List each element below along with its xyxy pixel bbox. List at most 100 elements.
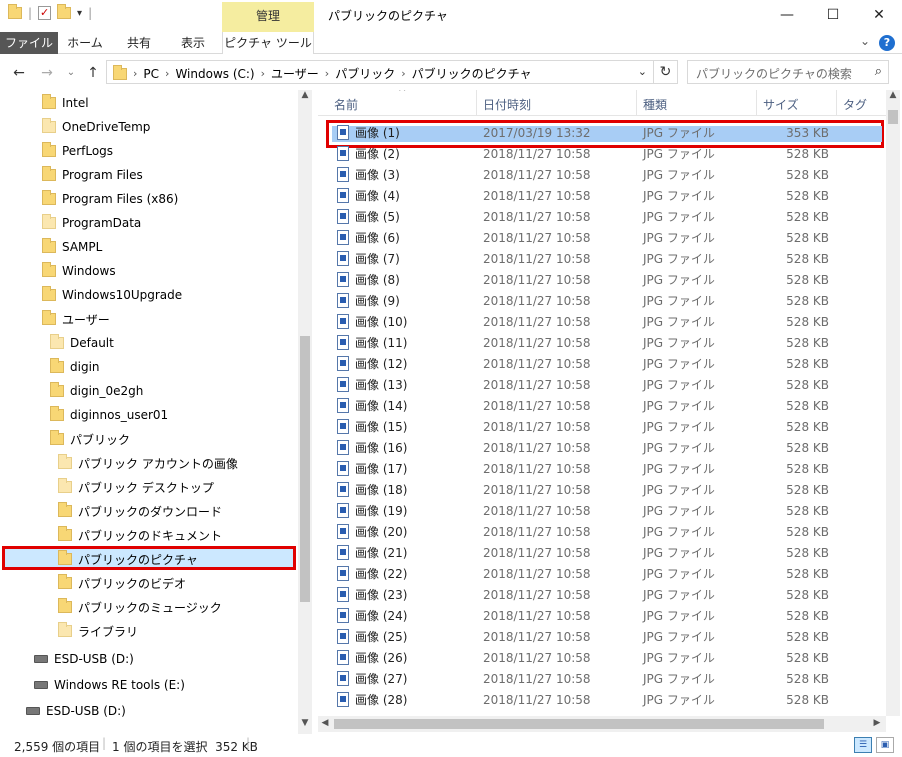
nav-tree-item[interactable]: ライブラリ — [58, 620, 138, 642]
breadcrumb-users[interactable]: ユーザー — [271, 65, 319, 82]
file-row[interactable]: 画像 (24) 2018/11/27 10:58 JPG ファイル 528 KB — [326, 605, 882, 626]
nav-tree-item[interactable]: パブリックのビデオ — [58, 572, 186, 594]
file-row[interactable]: 画像 (21) 2018/11/27 10:58 JPG ファイル 528 KB — [326, 542, 882, 563]
file-row[interactable]: 画像 (6) 2018/11/27 10:58 JPG ファイル 528 KB — [326, 227, 882, 248]
file-row[interactable]: 画像 (7) 2018/11/27 10:58 JPG ファイル 528 KB — [326, 248, 882, 269]
properties-check-icon[interactable]: ✓ — [38, 6, 52, 20]
nav-tree-item[interactable]: Intel — [42, 92, 89, 114]
file-row[interactable]: 画像 (15) 2018/11/27 10:58 JPG ファイル 528 KB — [326, 416, 882, 437]
folder-icon[interactable] — [8, 4, 22, 19]
nav-tree-item[interactable]: パブリックのピクチャ — [58, 548, 198, 570]
breadcrumb-public-pictures[interactable]: パブリックのピクチャ — [412, 65, 532, 82]
tab-picture-tools[interactable]: ピクチャ ツール — [222, 32, 314, 54]
file-list-scrollbar-thumb[interactable] — [888, 110, 898, 124]
scroll-up-icon[interactable]: ▲ — [298, 90, 312, 100]
nav-tree-item[interactable]: パブリックのダウンロード — [58, 500, 222, 522]
context-tab-manage[interactable]: 管理 — [222, 2, 314, 32]
nav-drive-item[interactable]: ESD-USB (D:) — [26, 700, 126, 722]
back-icon[interactable]: ← — [10, 64, 28, 82]
minimize-button[interactable]: — — [764, 0, 810, 30]
file-row[interactable]: 画像 (28) 2018/11/27 10:58 JPG ファイル 528 KB — [326, 689, 882, 710]
file-row[interactable]: 画像 (2) 2018/11/27 10:58 JPG ファイル 528 KB — [326, 143, 882, 164]
file-row[interactable]: 画像 (3) 2018/11/27 10:58 JPG ファイル 528 KB — [326, 164, 882, 185]
breadcrumb-drive-c[interactable]: Windows (C:) — [175, 67, 254, 81]
customize-qat-icon[interactable]: ▾ — [77, 8, 82, 19]
file-row[interactable]: 画像 (10) 2018/11/27 10:58 JPG ファイル 528 KB — [326, 311, 882, 332]
horizontal-scrollbar-thumb[interactable] — [334, 719, 824, 729]
search-box[interactable]: パブリックのピクチャの検索 ⌕ — [687, 60, 889, 84]
breadcrumb-public[interactable]: パブリック — [335, 65, 395, 82]
file-row[interactable]: 画像 (18) 2018/11/27 10:58 JPG ファイル 528 KB — [326, 479, 882, 500]
file-row[interactable]: 画像 (14) 2018/11/27 10:58 JPG ファイル 528 KB — [326, 395, 882, 416]
column-divider[interactable] — [636, 90, 637, 116]
file-row[interactable]: 画像 (27) 2018/11/27 10:58 JPG ファイル 528 KB — [326, 668, 882, 689]
horizontal-scrollbar[interactable]: ◀ ▶ — [318, 716, 886, 732]
new-folder-icon[interactable] — [57, 4, 72, 19]
nav-tree-item[interactable]: パブリック — [50, 428, 130, 450]
expand-ribbon-icon[interactable]: ⌄ — [860, 34, 870, 48]
file-row[interactable]: 画像 (23) 2018/11/27 10:58 JPG ファイル 528 KB — [326, 584, 882, 605]
address-dropdown-icon[interactable]: ⌄ — [638, 65, 647, 78]
nav-tree-item[interactable]: ProgramData — [42, 212, 141, 234]
nav-tree-item[interactable]: Program Files — [42, 164, 143, 186]
file-row[interactable]: 画像 (11) 2018/11/27 10:58 JPG ファイル 528 KB — [326, 332, 882, 353]
nav-drive-item[interactable]: Windows RE tools (E:) — [34, 674, 185, 696]
file-row[interactable]: 画像 (1) 2017/03/19 13:32 JPG ファイル 353 KB — [326, 122, 882, 143]
column-type[interactable]: 種類 — [643, 96, 667, 113]
file-row[interactable]: 画像 (12) 2018/11/27 10:58 JPG ファイル 528 KB — [326, 353, 882, 374]
file-row[interactable]: 画像 (13) 2018/11/27 10:58 JPG ファイル 528 KB — [326, 374, 882, 395]
tab-view[interactable]: 表示 — [170, 32, 216, 54]
nav-tree-item[interactable]: Default — [50, 332, 114, 354]
column-tags[interactable]: タグ — [843, 96, 867, 113]
column-name[interactable]: 名前 — [334, 96, 358, 113]
nav-tree-item[interactable]: OneDriveTemp — [42, 116, 150, 138]
address-bar[interactable]: › PC › Windows (C:) › ユーザー › パブリック › パブリ… — [106, 60, 654, 84]
tab-home[interactable]: ホーム — [62, 32, 108, 54]
scroll-left-icon[interactable]: ◀ — [318, 718, 332, 728]
scroll-right-icon[interactable]: ▶ — [870, 718, 884, 728]
nav-tree-item[interactable]: PerfLogs — [42, 140, 113, 162]
nav-tree-item[interactable]: SAMPL — [42, 236, 102, 258]
nav-tree-item[interactable]: digin — [50, 356, 100, 378]
file-row[interactable]: 画像 (9) 2018/11/27 10:58 JPG ファイル 528 KB — [326, 290, 882, 311]
column-divider[interactable] — [756, 90, 757, 116]
nav-tree-item[interactable]: パブリックのミュージック — [58, 596, 222, 618]
file-row[interactable]: 画像 (25) 2018/11/27 10:58 JPG ファイル 528 KB — [326, 626, 882, 647]
nav-tree-item[interactable]: Windows10Upgrade — [42, 284, 182, 306]
file-row[interactable]: 画像 (26) 2018/11/27 10:58 JPG ファイル 528 KB — [326, 647, 882, 668]
column-divider[interactable] — [476, 90, 477, 116]
nav-tree-item[interactable]: diginnos_user01 — [50, 404, 168, 426]
file-row[interactable]: 画像 (20) 2018/11/27 10:58 JPG ファイル 528 KB — [326, 521, 882, 542]
up-icon[interactable]: ↑ — [84, 64, 102, 82]
nav-tree-item[interactable]: パブリック アカウントの画像 — [58, 452, 238, 474]
breadcrumb-pc[interactable]: PC — [143, 67, 159, 81]
nav-drive-item[interactable]: ESD-USB (D:) — [34, 648, 134, 670]
maximize-button[interactable]: ☐ — [810, 0, 856, 30]
nav-tree-item[interactable]: パブリックのドキュメント — [58, 524, 222, 546]
scroll-up-icon[interactable]: ▲ — [886, 90, 900, 100]
details-view-icon[interactable]: ☰ — [854, 737, 872, 753]
scroll-down-icon[interactable]: ▼ — [298, 718, 312, 728]
recent-locations-icon[interactable]: ⌄ — [62, 64, 80, 82]
column-date[interactable]: 日付時刻 — [483, 96, 531, 113]
file-row[interactable]: 画像 (16) 2018/11/27 10:58 JPG ファイル 528 KB — [326, 437, 882, 458]
refresh-icon[interactable]: ↻ — [654, 60, 678, 84]
large-icons-view-icon[interactable]: ▣ — [876, 737, 894, 753]
nav-tree-item[interactable]: パブリック デスクトップ — [58, 476, 214, 498]
nav-scrollbar-thumb[interactable] — [300, 336, 310, 602]
tab-file[interactable]: ファイル — [0, 32, 58, 54]
nav-tree-item[interactable]: Program Files (x86) — [42, 188, 178, 210]
file-row[interactable]: 画像 (19) 2018/11/27 10:58 JPG ファイル 528 KB — [326, 500, 882, 521]
help-icon[interactable]: ? — [879, 35, 895, 51]
file-row[interactable]: 画像 (4) 2018/11/27 10:58 JPG ファイル 528 KB — [326, 185, 882, 206]
column-size[interactable]: サイズ — [763, 96, 799, 113]
column-divider[interactable] — [836, 90, 837, 116]
file-row[interactable]: 画像 (22) 2018/11/27 10:58 JPG ファイル 528 KB — [326, 563, 882, 584]
nav-tree-item[interactable]: ユーザー — [42, 308, 110, 330]
file-row[interactable]: 画像 (5) 2018/11/27 10:58 JPG ファイル 528 KB — [326, 206, 882, 227]
search-icon[interactable]: ⌕ — [875, 64, 882, 79]
forward-icon[interactable]: → — [38, 64, 56, 82]
file-list-scrollbar[interactable]: ▲ — [886, 90, 900, 716]
nav-tree-item[interactable]: Windows — [42, 260, 116, 282]
tab-share[interactable]: 共有 — [116, 32, 162, 54]
